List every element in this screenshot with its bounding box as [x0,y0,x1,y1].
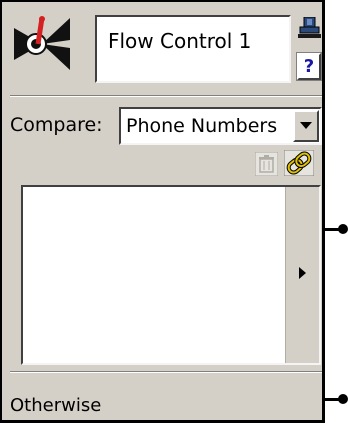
flow-control-title-text: Flow Control 1 [108,29,252,53]
compare-dropdown[interactable]: Phone Numbers [119,107,322,145]
divider-bottom [10,371,322,373]
list-output-port[interactable] [338,224,348,234]
stamp-icon[interactable] [298,17,321,39]
list-scroll-column[interactable] [285,187,319,363]
compare-label: Compare: [10,114,103,136]
chevron-down-icon [300,122,312,129]
help-icon: ? [303,56,315,77]
flow-control-icon[interactable] [12,14,72,74]
compare-selected-value: Phone Numbers [126,115,278,137]
comparison-list[interactable] [21,185,321,365]
otherwise-label: Otherwise [10,395,102,416]
flow-control-panel: Flow Control 1 ? Compare: Phone Numbers [0,0,325,423]
otherwise-output-port[interactable] [338,394,348,404]
chain-link-icon[interactable] [284,150,314,176]
flow-control-title-field[interactable]: Flow Control 1 [95,15,291,83]
divider-top [10,95,322,97]
triangle-right-icon[interactable] [299,267,307,279]
dropdown-button[interactable] [293,110,319,142]
trash-icon[interactable] [255,152,278,176]
help-button[interactable]: ? [296,52,322,81]
